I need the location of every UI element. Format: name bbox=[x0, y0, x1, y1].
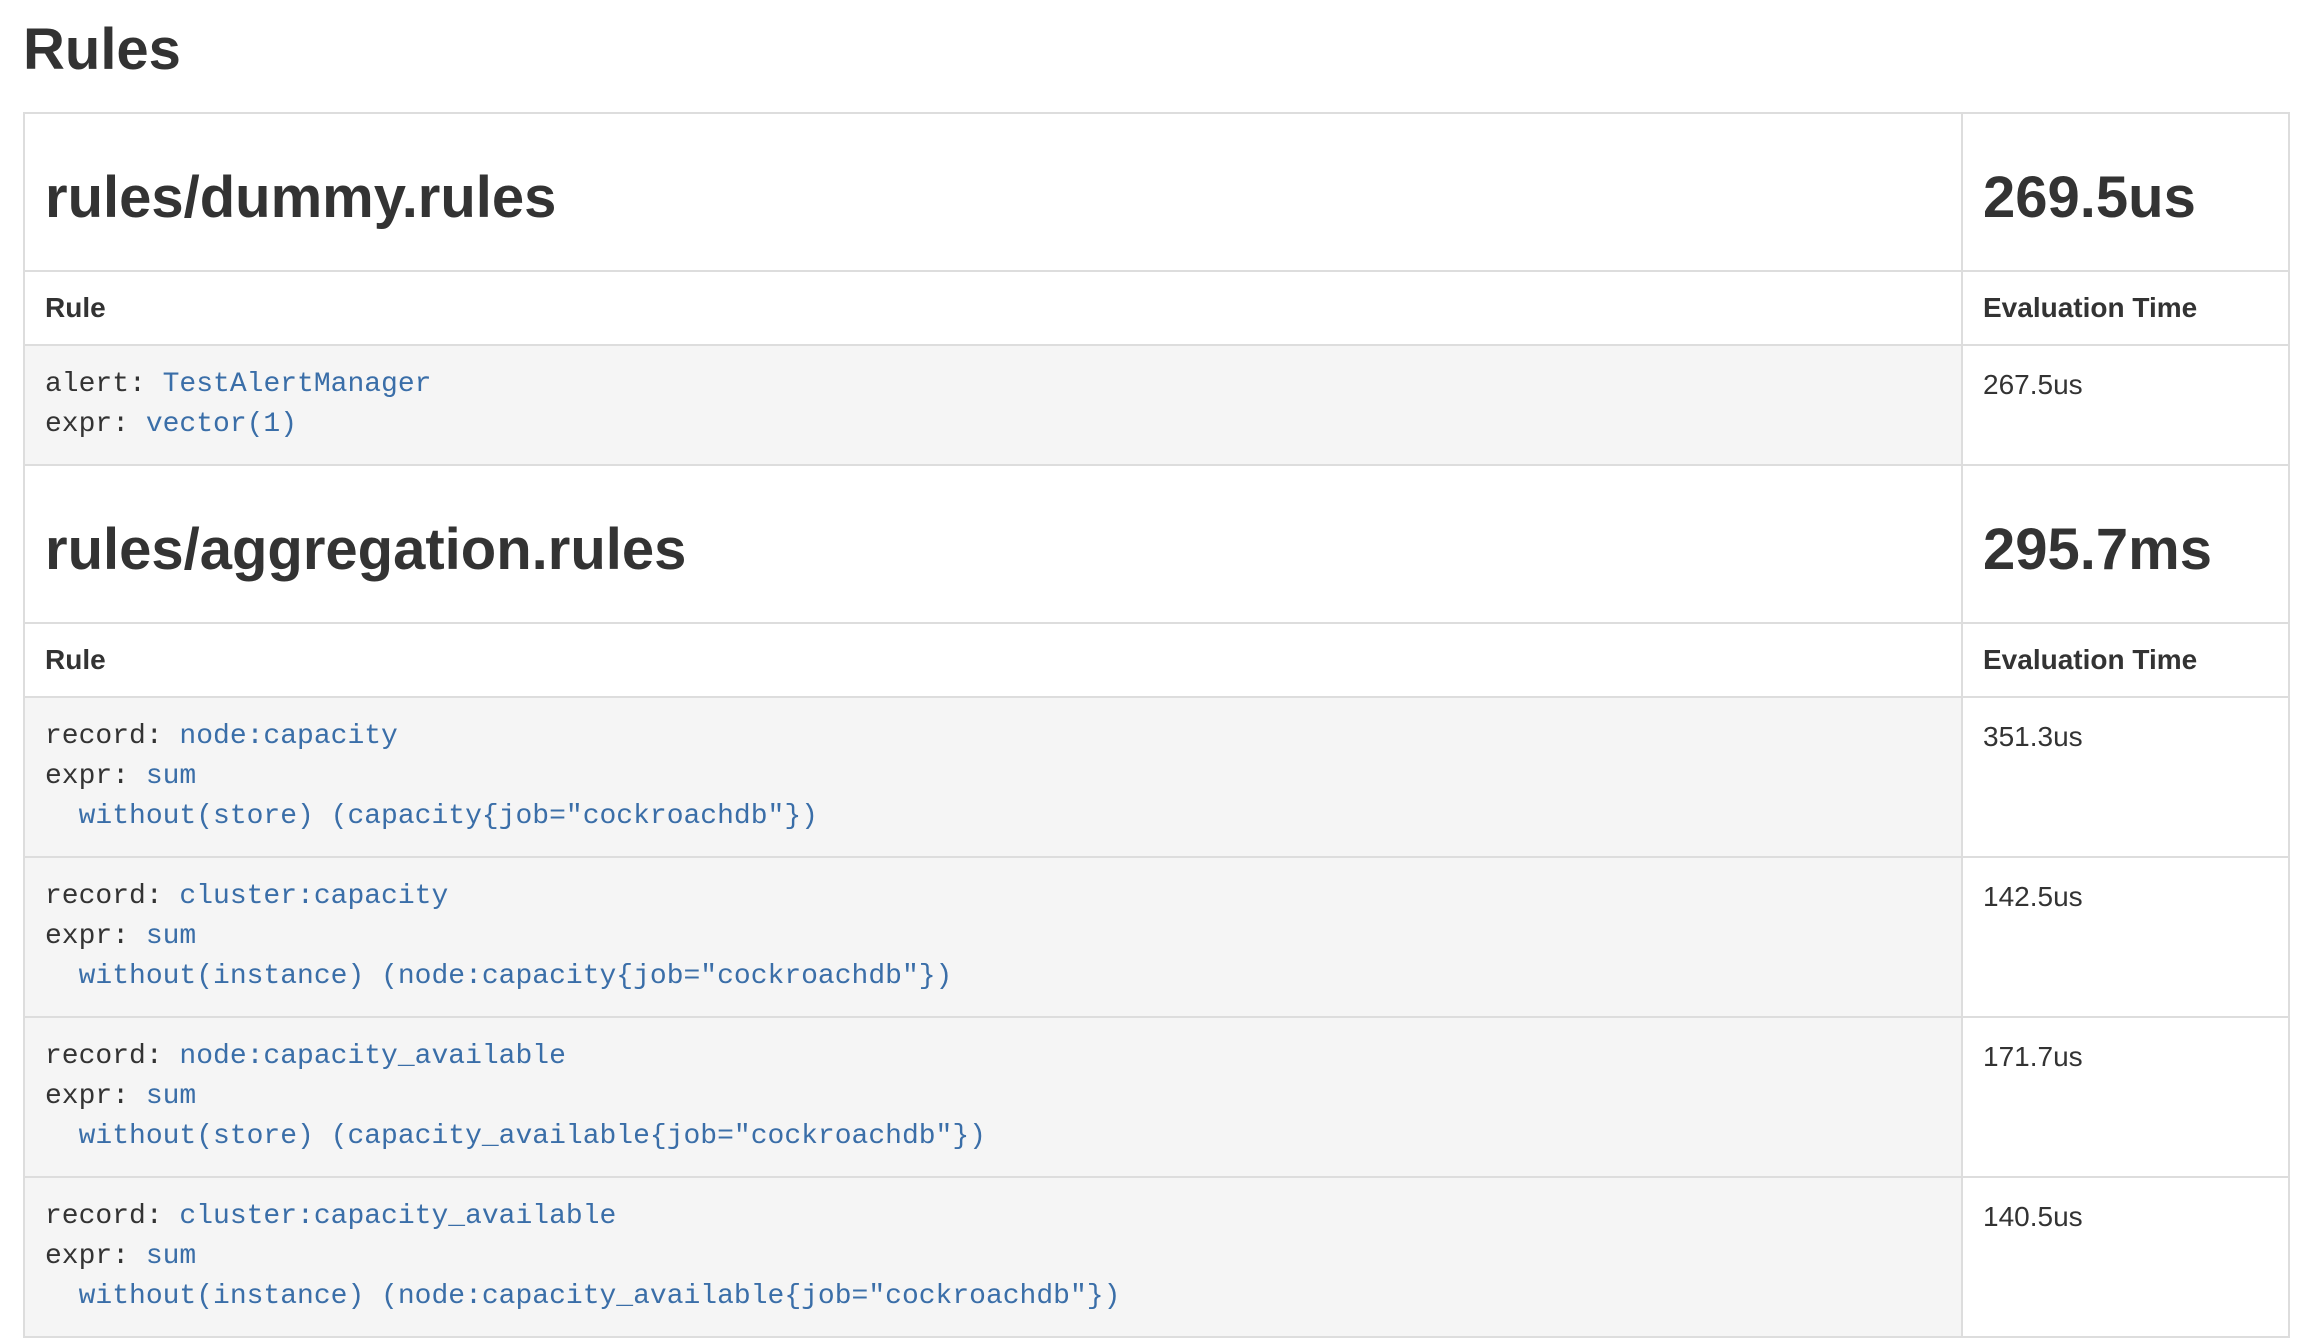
rule-definition-cell: alert: TestAlertManager expr: vector(1) bbox=[24, 345, 1962, 465]
column-header-row: Rule Evaluation Time bbox=[24, 271, 2289, 345]
column-header-evaluation-time: Evaluation Time bbox=[1962, 271, 2289, 345]
rule-row: record: node:capacity_available expr:sum … bbox=[24, 1017, 2289, 1177]
evaluation-time-cell: 351.3us bbox=[1962, 697, 2289, 857]
rule-row: record: node:capacity expr:sum without(st… bbox=[24, 697, 2289, 857]
rule-row: record: cluster:capacity_available expr:s… bbox=[24, 1177, 2289, 1337]
evaluation-time-value: 142.5us bbox=[1983, 881, 2083, 912]
rule-definition-cell: record: node:capacity_available expr:sum … bbox=[24, 1017, 1962, 1177]
rule-expr-link[interactable]: sum without(store) (capacity{job="cockro… bbox=[45, 761, 818, 832]
rule-kind-label: record: bbox=[45, 721, 163, 752]
expr-label: expr: bbox=[45, 1081, 129, 1112]
rule-name-link[interactable]: cluster:capacity_available bbox=[179, 1201, 616, 1232]
column-header-rule: Rule bbox=[24, 623, 1962, 697]
rule-name-link[interactable]: TestAlertManager bbox=[163, 369, 432, 400]
rule-group-eval-time-cell: 295.7ms bbox=[1962, 465, 2289, 623]
evaluation-time-value: 351.3us bbox=[1983, 721, 2083, 752]
rules-page: Rules rules/dummy.rules 269.5us Rule Eva… bbox=[0, 18, 2316, 1338]
rule-kind-label: record: bbox=[45, 1201, 163, 1232]
rule-group-file-cell: rules/aggregation.rules bbox=[24, 465, 1962, 623]
evaluation-time-cell: 171.7us bbox=[1962, 1017, 2289, 1177]
column-header-row: Rule Evaluation Time bbox=[24, 623, 2289, 697]
rule-definition-cell: record: cluster:capacity_available expr:s… bbox=[24, 1177, 1962, 1337]
rule-definition-cell: record: node:capacity expr:sum without(st… bbox=[24, 697, 1962, 857]
rule-group-header-row: rules/aggregation.rules 295.7ms bbox=[24, 465, 2289, 623]
rule-name-link[interactable]: node:capacity bbox=[179, 721, 397, 752]
column-header-rule: Rule bbox=[24, 271, 1962, 345]
rule-expr-link[interactable]: sum without(instance) (node:capacity{job… bbox=[45, 921, 952, 992]
evaluation-time-value: 267.5us bbox=[1983, 369, 2083, 400]
rule-definition-cell: record: cluster:capacity expr:sum without… bbox=[24, 857, 1962, 1017]
column-header-evaluation-time: Evaluation Time bbox=[1962, 623, 2289, 697]
rule-group-eval-time-cell: 269.5us bbox=[1962, 113, 2289, 271]
rule-group-file-cell: rules/dummy.rules bbox=[24, 113, 1962, 271]
evaluation-time-value: 140.5us bbox=[1983, 1201, 2083, 1232]
rule-expr-link[interactable]: vector(1) bbox=[146, 409, 297, 440]
rule-expr-link[interactable]: sum without(store) (capacity_available{j… bbox=[45, 1081, 986, 1152]
expr-label: expr: bbox=[45, 921, 129, 952]
rule-group-eval-time: 295.7ms bbox=[1983, 518, 2268, 582]
page-title: Rules bbox=[23, 18, 2290, 82]
rule-group-header-row: rules/dummy.rules 269.5us bbox=[24, 113, 2289, 271]
rule-group-file: rules/aggregation.rules bbox=[45, 518, 1941, 582]
rule-kind-label: record: bbox=[45, 1041, 163, 1072]
rule-kind-label: record: bbox=[45, 881, 163, 912]
expr-label: expr: bbox=[45, 1241, 129, 1272]
expr-label: expr: bbox=[45, 761, 129, 792]
rule-group-eval-time: 269.5us bbox=[1983, 166, 2268, 230]
rule-name-link[interactable]: cluster:capacity bbox=[179, 881, 448, 912]
evaluation-time-cell: 267.5us bbox=[1962, 345, 2289, 465]
rule-group-file: rules/dummy.rules bbox=[45, 166, 1941, 230]
evaluation-time-cell: 140.5us bbox=[1962, 1177, 2289, 1337]
rule-name-link[interactable]: node:capacity_available bbox=[179, 1041, 565, 1072]
evaluation-time-cell: 142.5us bbox=[1962, 857, 2289, 1017]
rule-row: record: cluster:capacity expr:sum without… bbox=[24, 857, 2289, 1017]
rules-table: rules/dummy.rules 269.5us Rule Evaluatio… bbox=[23, 112, 2290, 1338]
rule-row: alert: TestAlertManager expr: vector(1) 26… bbox=[24, 345, 2289, 465]
expr-label: expr: bbox=[45, 409, 129, 440]
rule-kind-label: alert: bbox=[45, 369, 146, 400]
evaluation-time-value: 171.7us bbox=[1983, 1041, 2083, 1072]
rule-expr-link[interactable]: sum without(instance) (node:capacity_ava… bbox=[45, 1241, 1120, 1312]
